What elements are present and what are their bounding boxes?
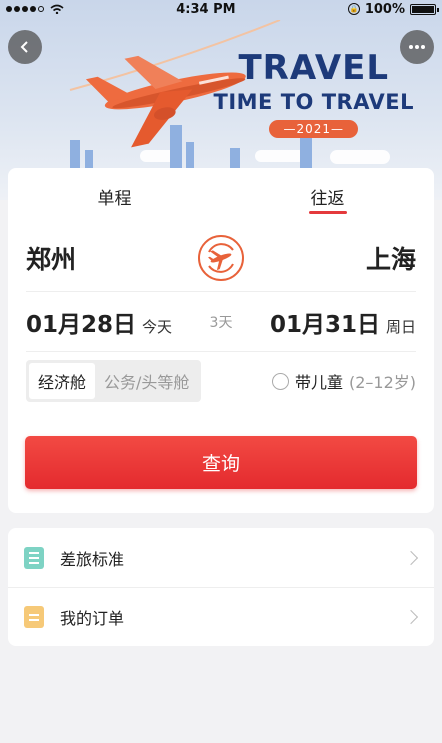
cabin-economy[interactable]: 经济舱 [29,363,96,399]
cloud-decoration [330,150,390,164]
status-bar: 4:34 PM 🔒 100% [0,0,442,18]
depart-date-picker[interactable]: 01月28日 今天 [26,305,172,339]
banner-text: TRAVEL TIME TO TRAVEL —2021— [214,48,414,138]
menu-item-my-orders[interactable]: 我的订单 [8,587,434,646]
tab-round-trip[interactable]: 往返 [221,168,434,224]
travel-standard-icon [24,546,44,569]
menu-item-travel-standard[interactable]: 差旅标准 [8,528,434,587]
menu-item-label: 我的订单 [60,609,125,628]
trip-length: 3天 [209,314,233,331]
banner-headline: TRAVEL [238,48,390,88]
battery-icon [410,3,439,15]
return-date: 01月31日 [269,311,380,338]
children-label: 带儿童 [294,373,343,392]
banner-subline: TIME TO TRAVEL [213,90,414,114]
cabin-class-toggle: 经济舱 公务/头等舱 [26,360,202,402]
building-decoration [85,150,93,170]
with-children-option[interactable]: 带儿童 (2–12岁) [271,369,416,393]
cloud-decoration [255,150,305,162]
status-time: 4:34 PM [176,1,236,17]
banner-year: —2021— [269,120,359,138]
children-radio[interactable] [271,372,289,390]
return-date-picker[interactable]: 01月31日 周日 [270,305,416,339]
swap-cities-button[interactable] [198,234,244,281]
menu-card: 差旅标准 我的订单 [8,528,434,646]
trip-type-tabs: 单程 往返 [8,168,434,224]
children-age-range: (2–12岁) [348,373,416,392]
chevron-right-icon [403,550,419,565]
cabin-business-first[interactable]: 公务/头等舱 [95,363,198,399]
back-button[interactable] [8,30,42,64]
building-decoration [230,148,240,170]
swap-plane-icon [208,242,234,273]
arrival-city[interactable]: 上海 [366,240,416,276]
my-orders-icon [24,606,44,628]
return-day: 周日 [385,317,416,336]
date-row: 01月28日 今天 3天 01月31日 周日 [26,292,416,352]
signal-strength [6,4,64,14]
more-icon [409,45,425,49]
departure-city[interactable]: 郑州 [26,240,76,276]
flight-booking-card: 单程 往返 郑州 上海 01月28日 今天 3天 01月31日 周日 经济舱 公… [8,168,434,513]
tab-one-way[interactable]: 单程 [8,168,221,224]
rotation-lock-icon: 🔒 [347,3,360,15]
battery-percent: 100% [364,1,405,17]
depart-date: 01月28日 [26,311,137,338]
depart-day: 今天 [142,317,173,336]
route-row: 郑州 上海 [26,224,416,292]
menu-item-label: 差旅标准 [60,549,125,569]
chevron-right-icon [403,609,419,625]
cabin-row: 经济舱 公务/头等舱 带儿童 (2–12岁) [26,352,416,410]
search-button[interactable]: 查询 [25,436,417,489]
chevron-left-icon [20,41,28,53]
signal-icon [6,6,44,12]
wifi-icon [50,4,64,14]
more-button[interactable] [400,30,434,64]
